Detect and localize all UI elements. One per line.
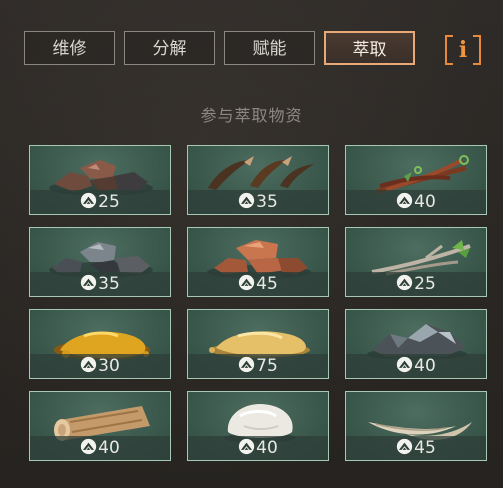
tab-extract[interactable]: 萃取 <box>324 31 415 65</box>
count-value: 35 <box>256 192 278 212</box>
mountain-currency-icon <box>238 356 255 373</box>
count-value: 40 <box>256 438 278 458</box>
material-count: 35 <box>30 272 170 296</box>
material-count: 40 <box>346 354 486 378</box>
mountain-currency-icon <box>80 192 97 209</box>
info-button[interactable]: i <box>445 35 481 65</box>
mountain-currency-icon <box>80 274 97 291</box>
material-slot-wood-log[interactable]: 40 <box>29 391 171 461</box>
count-value: 75 <box>256 356 278 376</box>
bracket-right <box>473 35 481 65</box>
material-count: 75 <box>188 354 328 378</box>
mountain-currency-icon <box>238 274 255 291</box>
count-value: 25 <box>414 274 436 294</box>
material-slot-fangs[interactable]: 45 <box>345 391 487 461</box>
material-slot-copper-nuggets[interactable]: 45 <box>187 227 329 297</box>
material-count: 45 <box>346 436 486 460</box>
material-slot-amber-resin[interactable]: 30 <box>29 309 171 379</box>
material-count: 25 <box>30 190 170 214</box>
material-slot-white-fat[interactable]: 40 <box>187 391 329 461</box>
section-title: 参与萃取物资 <box>200 106 303 125</box>
material-slot-crystal-ore[interactable]: 40 <box>345 309 487 379</box>
material-count: 40 <box>346 190 486 214</box>
mountain-currency-icon <box>238 438 255 455</box>
material-count: 40 <box>188 436 328 460</box>
extraction-panel: 维修 分解 赋能 萃取 i 参与萃取物资 25 35 40 35 45 25 3… <box>0 0 503 488</box>
tab-empower[interactable]: 赋能 <box>224 31 315 65</box>
count-value: 40 <box>414 192 436 212</box>
material-slot-ore-rocks-red[interactable]: 25 <box>29 145 171 215</box>
mountain-currency-icon <box>396 356 413 373</box>
tab-dismantle[interactable]: 分解 <box>124 31 215 65</box>
material-slot-ore-rocks-grey[interactable]: 35 <box>29 227 171 297</box>
material-slot-twigs[interactable]: 25 <box>345 227 487 297</box>
material-count: 40 <box>30 436 170 460</box>
material-slot-gold-resin[interactable]: 75 <box>187 309 329 379</box>
count-value: 45 <box>414 438 436 458</box>
material-count: 25 <box>346 272 486 296</box>
count-value: 35 <box>98 274 120 294</box>
mountain-currency-icon <box>80 356 97 373</box>
tab-repair[interactable]: 维修 <box>24 31 115 65</box>
material-count: 45 <box>188 272 328 296</box>
count-value: 40 <box>414 356 436 376</box>
material-count: 30 <box>30 354 170 378</box>
mountain-currency-icon <box>238 192 255 209</box>
material-slot-herb-stalks[interactable]: 40 <box>345 145 487 215</box>
mountain-currency-icon <box>396 192 413 209</box>
count-value: 30 <box>98 356 120 376</box>
material-slot-claws[interactable]: 35 <box>187 145 329 215</box>
mountain-currency-icon <box>396 274 413 291</box>
count-value: 45 <box>256 274 278 294</box>
material-count: 35 <box>188 190 328 214</box>
mountain-currency-icon <box>80 438 97 455</box>
count-value: 25 <box>98 192 120 212</box>
count-value: 40 <box>98 438 120 458</box>
mountain-currency-icon <box>396 438 413 455</box>
